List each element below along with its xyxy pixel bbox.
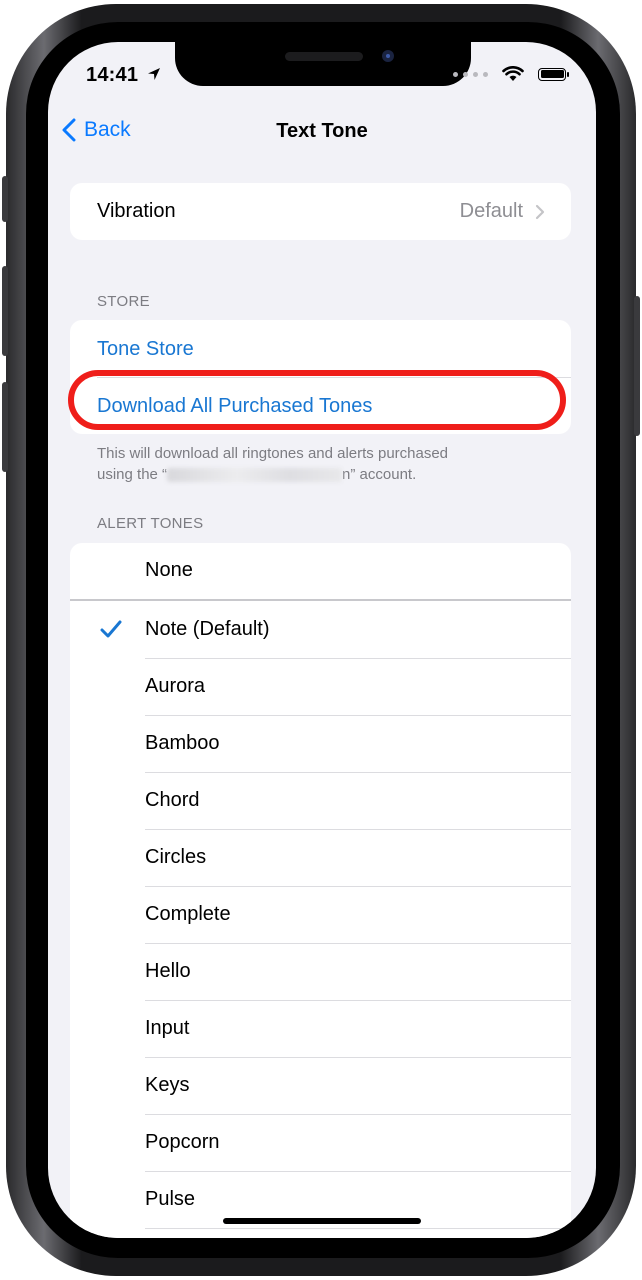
tone-label: Note (Default)	[145, 618, 270, 640]
vibration-value: Default	[459, 200, 523, 222]
redacted-account-email	[167, 468, 343, 483]
tone-label: Popcorn	[145, 1131, 220, 1153]
tone-label: Input	[145, 1017, 190, 1039]
volume-down-button	[2, 382, 8, 472]
tone-row-popcorn[interactable]: Popcorn	[70, 1115, 571, 1172]
power-button	[634, 296, 640, 436]
tone-label: Aurora	[145, 675, 206, 697]
footnote-prefix: using the “	[97, 466, 168, 483]
location-arrow-icon	[148, 68, 160, 80]
tone-store-link[interactable]: Tone Store	[97, 338, 194, 361]
tone-label: Keys	[145, 1074, 190, 1096]
divider	[145, 1228, 571, 1229]
store-section-header: STORE	[97, 293, 150, 310]
tone-label: Chord	[145, 789, 200, 811]
tone-label: Circles	[145, 846, 207, 868]
vibration-row[interactable]: Vibration Default	[70, 183, 571, 240]
alert-tones-list: None Note (Default) Aurora Bamboo Chord …	[70, 543, 571, 1238]
tone-row-complete[interactable]: Complete	[70, 887, 571, 944]
tone-label: None	[145, 559, 193, 581]
alert-tones-section-header: ALERT TONES	[97, 515, 204, 532]
camera	[382, 50, 394, 62]
tone-row-input[interactable]: Input	[70, 1001, 571, 1058]
chevron-right-icon	[535, 204, 545, 220]
footnote-line-1: This will download all ringtones and ale…	[97, 445, 449, 462]
cellular-signal-icon	[453, 71, 488, 77]
store-footnote: This will download all ringtones and ale…	[97, 443, 537, 485]
highlight-annotation-ring	[68, 370, 566, 430]
tone-row-note[interactable]: Note (Default)	[70, 602, 571, 659]
tone-label: Complete	[145, 903, 231, 925]
mute-switch	[2, 176, 8, 222]
speaker	[285, 52, 363, 61]
tone-row-none[interactable]: None	[70, 543, 571, 600]
status-icons	[453, 66, 569, 82]
footnote-suffix: n” account.	[342, 466, 417, 483]
tone-row-bamboo[interactable]: Bamboo	[70, 716, 571, 773]
tone-row-keys[interactable]: Keys	[70, 1058, 571, 1115]
tone-row-circles[interactable]: Circles	[70, 830, 571, 887]
tone-label: Hello	[145, 960, 191, 982]
divider	[70, 599, 571, 601]
wifi-icon	[502, 66, 524, 81]
tone-label: Bamboo	[145, 732, 220, 754]
tone-label: Pulse	[145, 1188, 196, 1210]
page-title: Text Tone	[276, 120, 368, 142]
home-indicator[interactable]	[223, 1218, 421, 1224]
notch	[175, 42, 471, 86]
phone-screen: 14:41 Back Text Tone Vibration Default S…	[48, 42, 596, 1238]
vibration-label: Vibration	[97, 200, 176, 222]
checkmark-icon	[100, 620, 122, 638]
tone-row-aurora[interactable]: Aurora	[70, 659, 571, 716]
tone-row-chord[interactable]: Chord	[70, 773, 571, 830]
tone-row-hello[interactable]: Hello	[70, 944, 571, 1001]
status-time: 14:41	[86, 64, 139, 86]
footnote-line-2: using the “ n” account.	[97, 464, 537, 485]
battery-icon	[538, 67, 569, 81]
volume-up-button	[2, 266, 8, 356]
